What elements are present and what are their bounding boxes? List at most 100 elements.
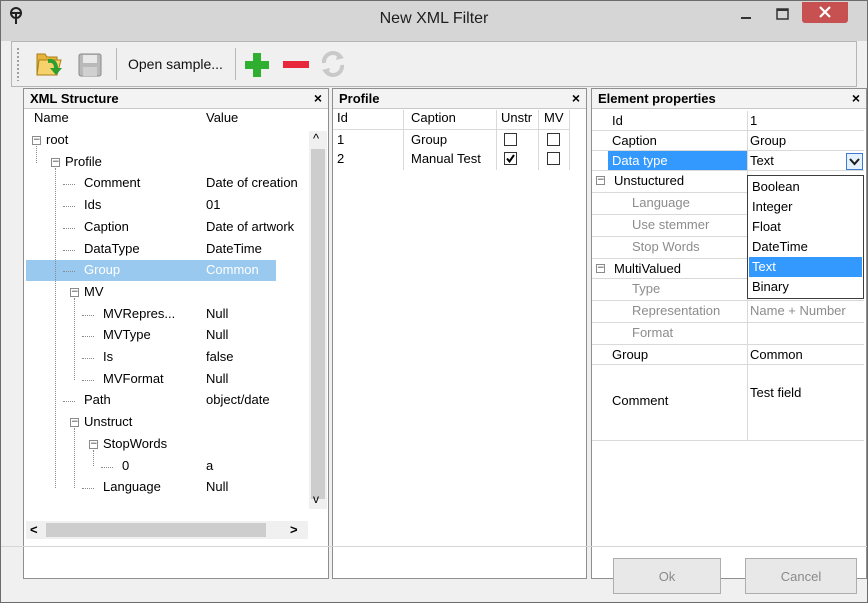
tree-node-name: DataType [84, 240, 140, 256]
footer-bar [1, 579, 867, 602]
new-xml-filter-window: New XML Filter Open sample... XML Struct… [0, 0, 868, 603]
column-header-mv[interactable]: MV [544, 110, 564, 130]
property-label: Id [612, 113, 623, 128]
tree-connector [82, 488, 94, 490]
tree-node-name: StopWords [103, 435, 168, 451]
tree-node-name: MV [84, 283, 104, 299]
property-value: Test field [750, 385, 802, 400]
minus-icon [278, 61, 312, 85]
chevron-down-icon[interactable] [846, 153, 863, 170]
dropdown-option-selected[interactable]: Text [749, 257, 862, 277]
property-label: Language [632, 195, 690, 210]
unstr-checkbox[interactable] [504, 152, 517, 165]
property-value[interactable]: Text [750, 153, 774, 168]
cancel-button[interactable]: Cancel [745, 558, 857, 594]
panel-title: XML Structure [30, 91, 119, 106]
tree-node-value: Null [206, 305, 229, 321]
scroll-left-arrow[interactable]: < [30, 522, 38, 537]
collapse-icon[interactable]: − [596, 176, 605, 185]
remove-button[interactable] [278, 46, 312, 82]
column-header-id[interactable]: Id [337, 110, 348, 130]
tree-node-value: DateTime [206, 240, 262, 256]
open-folder-button[interactable] [28, 46, 68, 82]
element-properties-close-icon[interactable]: × [852, 90, 860, 106]
tree-connector [74, 297, 75, 380]
tree-node-name: Comment [84, 175, 141, 191]
column-divider [403, 110, 404, 170]
dropdown-option[interactable]: Float [749, 217, 862, 237]
cell-caption: Group [411, 132, 448, 147]
collapse-icon[interactable]: − [89, 439, 98, 449]
refresh-icon [316, 51, 350, 85]
mv-checkbox[interactable] [547, 152, 560, 165]
tree-node-value: Date of creation [206, 175, 298, 191]
vertical-scrollbar[interactable]: ^ v [309, 131, 327, 509]
dropdown-option[interactable]: Binary [749, 277, 862, 297]
refresh-button[interactable] [316, 46, 350, 82]
collapse-icon[interactable]: − [70, 418, 79, 428]
column-header-value[interactable]: Value [206, 110, 238, 130]
column-divider [538, 110, 539, 170]
ok-button[interactable]: Ok [613, 558, 721, 594]
tree-connector [74, 428, 75, 489]
scroll-down-arrow[interactable]: v [313, 492, 319, 506]
element-properties-header: Element properties × [592, 89, 866, 109]
dropdown-option[interactable]: DateTime [749, 237, 862, 257]
tree-node-name: Language [103, 479, 161, 495]
column-header-caption[interactable]: Caption [411, 110, 456, 130]
collapse-icon[interactable]: − [32, 136, 41, 145]
unstr-checkbox[interactable] [504, 133, 517, 146]
xml-structure-panel: XML Structure × Name Value − root − Profile… [23, 88, 329, 579]
tree-connector [63, 249, 75, 251]
tree-node-name: root [46, 132, 69, 147]
add-button[interactable] [240, 46, 274, 82]
open-folder-icon [28, 53, 68, 85]
tree-node-value: Null [206, 327, 229, 343]
scroll-up-arrow[interactable]: ^ [313, 131, 319, 146]
xml-structure-close-icon[interactable]: × [314, 90, 322, 106]
tree-node-name: Caption [84, 218, 129, 234]
cell-caption: Manual Test [411, 151, 481, 166]
dropdown-option[interactable]: Integer [749, 197, 862, 217]
toolbar-grip[interactable] [16, 47, 20, 81]
data-type-dropdown-list[interactable]: Boolean Integer Float DateTime Text Bina… [747, 175, 864, 299]
open-sample-button[interactable]: Open sample... [124, 51, 227, 77]
save-button[interactable] [72, 46, 106, 82]
tree-node-name: MVRepres... [103, 305, 176, 321]
column-divider [496, 110, 497, 170]
element-properties-panel: Element properties × Id 1 Caption Group Data… [591, 88, 867, 579]
minimize-button[interactable] [733, 4, 759, 26]
property-value: Group [750, 133, 787, 148]
panel-title: Profile [339, 91, 380, 106]
maximize-button[interactable] [769, 4, 795, 26]
collapse-icon[interactable]: − [70, 287, 79, 297]
tree-connector [82, 379, 94, 381]
vertical-scroll-thumb[interactable] [311, 149, 325, 499]
dropdown-option[interactable]: Boolean [749, 177, 862, 197]
property-label: Unstuctured [614, 173, 685, 188]
horizontal-scroll-thumb[interactable] [46, 523, 266, 537]
collapse-icon[interactable]: − [596, 264, 605, 273]
scroll-right-arrow[interactable]: > [290, 522, 298, 537]
column-header-unstr[interactable]: Unstr [501, 110, 532, 130]
footer-divider [1, 546, 867, 547]
tree-node-name: Group [84, 262, 121, 278]
property-label: MultiValued [614, 261, 681, 276]
tree-node-value: false [206, 349, 234, 364]
collapse-icon[interactable]: − [51, 157, 60, 167]
profile-close-icon[interactable]: × [572, 90, 580, 106]
tree-node-value: a [206, 457, 214, 473]
close-button[interactable] [802, 2, 848, 23]
property-label: Type [632, 281, 661, 296]
property-label: Representation [632, 303, 721, 318]
tree-node-name: MVType [103, 327, 151, 343]
horizontal-scrollbar[interactable]: < > [26, 521, 308, 539]
tree-node-name: Unstruct [84, 414, 133, 430]
column-header-name[interactable]: Name [34, 110, 69, 130]
mv-checkbox[interactable] [547, 133, 560, 146]
cell-id: 2 [337, 151, 345, 166]
property-label: Format [632, 325, 674, 340]
save-icon [72, 53, 106, 85]
property-label: Stop Words [632, 239, 700, 254]
property-value: 1 [750, 113, 758, 128]
